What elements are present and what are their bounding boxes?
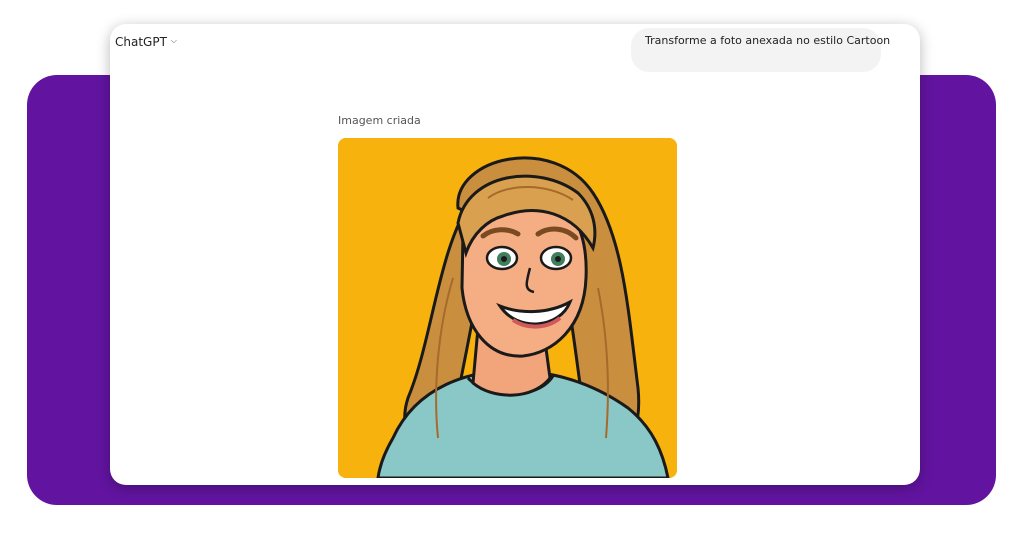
user-message-bubble: Transforme a foto anexada no estilo Cart… xyxy=(631,28,890,72)
chevron-down-icon: ⌵ xyxy=(170,36,177,45)
cartoon-portrait-illustration xyxy=(338,138,677,478)
image-created-label: Imagem criada xyxy=(338,114,421,127)
user-message-text: Transforme a foto anexada no estilo Cart… xyxy=(645,34,891,47)
model-selector-button[interactable]: ChatGPT ⌵ xyxy=(115,35,177,49)
chat-window: ChatGPT ⌵ Transforme a foto anexada no e… xyxy=(110,24,920,485)
generated-cartoon-image[interactable] xyxy=(338,138,677,478)
model-selector-label: ChatGPT xyxy=(115,35,167,49)
